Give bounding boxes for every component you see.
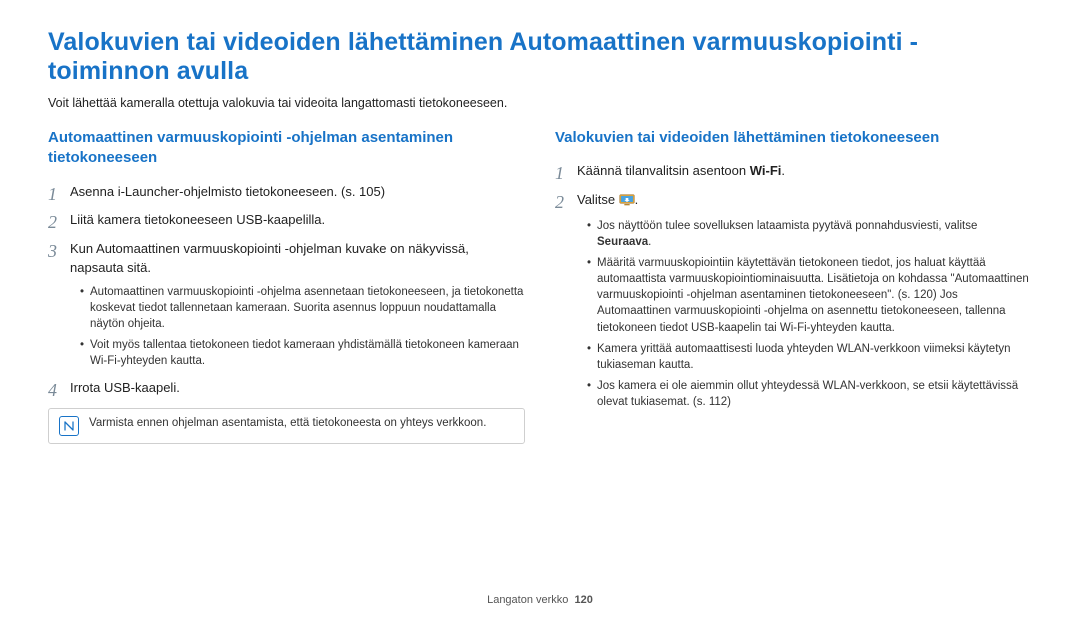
step-item: 2 Valitse . Jos n [555, 191, 1032, 410]
pc-backup-icon [619, 193, 635, 212]
step-number: 2 [555, 189, 564, 215]
wifi-label: Wi-Fi [750, 163, 782, 178]
step-item: 4 Irrota USB-kaapeli. [48, 379, 525, 398]
step-item: 2 Liitä kamera tietokoneeseen USB-kaapel… [48, 211, 525, 230]
left-heading: Automaattinen varmuuskopiointi -ohjelman… [48, 128, 525, 169]
page-title: Valokuvien tai videoiden lähettäminen Au… [48, 28, 1032, 86]
step-text: Valitse . [577, 192, 638, 207]
step-text: Liitä kamera tietokoneeseen USB-kaapelil… [70, 212, 325, 227]
step-text: Käännä tilanvalitsin asentoon Wi-Fi. [577, 163, 785, 178]
intro-text: Voit lähettää kameralla otettuja valokuv… [48, 96, 1032, 110]
page-footer: Langaton verkko 120 [48, 584, 1032, 606]
step-number: 1 [48, 181, 57, 207]
note-icon [59, 416, 79, 436]
left-steps: 1 Asenna i-Launcher-ohjelmisto tietokone… [48, 183, 525, 399]
step-text: Irrota USB-kaapeli. [70, 380, 180, 395]
bullet-item: Jos kamera ei ole aiemmin ollut yhteydes… [587, 378, 1032, 410]
step-text: Asenna i-Launcher-ohjelmisto tietokonees… [70, 184, 385, 199]
content-columns: Automaattinen varmuuskopiointi -ohjelman… [48, 128, 1032, 584]
left-column: Automaattinen varmuuskopiointi -ohjelman… [48, 128, 525, 584]
step-item: 3 Kun Automaattinen varmuuskopiointi -oh… [48, 240, 525, 369]
bullet-item: Määritä varmuuskopiointiin käytettävän t… [587, 255, 1032, 335]
note-text: Varmista ennen ohjelman asentamista, ett… [89, 416, 486, 432]
step-item: 1 Käännä tilanvalitsin asentoon Wi-Fi. [555, 162, 1032, 181]
footer-page-number: 120 [575, 594, 593, 606]
step-item: 1 Asenna i-Launcher-ohjelmisto tietokone… [48, 183, 525, 202]
right-column: Valokuvien tai videoiden lähettäminen ti… [555, 128, 1032, 584]
right-steps: 1 Käännä tilanvalitsin asentoon Wi-Fi. 2… [555, 162, 1032, 410]
bullet-item: Voit myös tallentaa tietokoneen tiedot k… [80, 337, 525, 369]
bullet-item: Jos näyttöön tulee sovelluksen lataamist… [587, 218, 1032, 250]
step-bullets: Jos näyttöön tulee sovelluksen lataamist… [577, 218, 1032, 410]
step-number: 1 [555, 160, 564, 186]
step-number: 3 [48, 238, 57, 264]
step-bullets: Automaattinen varmuuskopiointi -ohjelma … [70, 284, 525, 369]
step-number: 2 [48, 209, 57, 235]
bullet-item: Automaattinen varmuuskopiointi -ohjelma … [80, 284, 525, 332]
footer-section: Langaton verkko [487, 594, 568, 606]
step-number: 4 [48, 377, 57, 403]
right-heading: Valokuvien tai videoiden lähettäminen ti… [555, 128, 1032, 148]
bullet-item: Kamera yrittää automaattisesti luoda yht… [587, 341, 1032, 373]
step-text: Kun Automaattinen varmuuskopiointi -ohje… [70, 241, 469, 275]
note-box: Varmista ennen ohjelman asentamista, ett… [48, 408, 525, 444]
